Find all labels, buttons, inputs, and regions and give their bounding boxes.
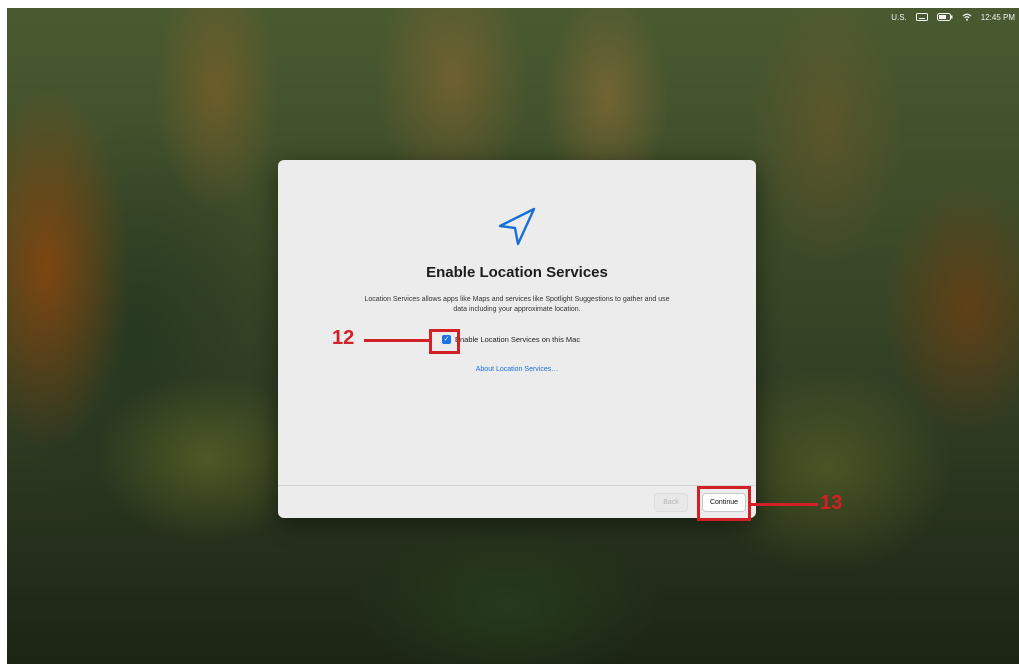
wifi-icon[interactable] — [962, 13, 972, 21]
back-button[interactable]: Back — [654, 493, 688, 512]
about-location-services-link[interactable]: About Location Services… — [278, 366, 756, 373]
clock[interactable]: 12:45 PM — [981, 13, 1015, 22]
callout-13-line — [748, 503, 818, 506]
keyboard-icon[interactable] — [915, 13, 928, 21]
callout-12-line — [364, 339, 432, 342]
dialog-title: Enable Location Services — [426, 264, 608, 281]
callout-12-label: 12 — [332, 327, 355, 349]
callout-12-box — [429, 329, 460, 354]
menu-bar: U.S. 12:45 PM — [891, 8, 1019, 26]
enable-location-label[interactable]: Enable Location Services on this Mac — [455, 335, 580, 344]
enable-location-row[interactable]: ✓ Enable Location Services on this Mac — [442, 335, 580, 344]
footer-divider — [278, 485, 756, 486]
battery-icon[interactable] — [936, 13, 953, 21]
keyboard-layout-label[interactable]: U.S. — [891, 13, 907, 22]
location-arrow-icon — [498, 207, 536, 246]
callout-13-box — [697, 486, 751, 521]
dialog-description: Location Services allows apps like Maps … — [364, 296, 670, 313]
callout-13-label: 13 — [820, 492, 843, 514]
